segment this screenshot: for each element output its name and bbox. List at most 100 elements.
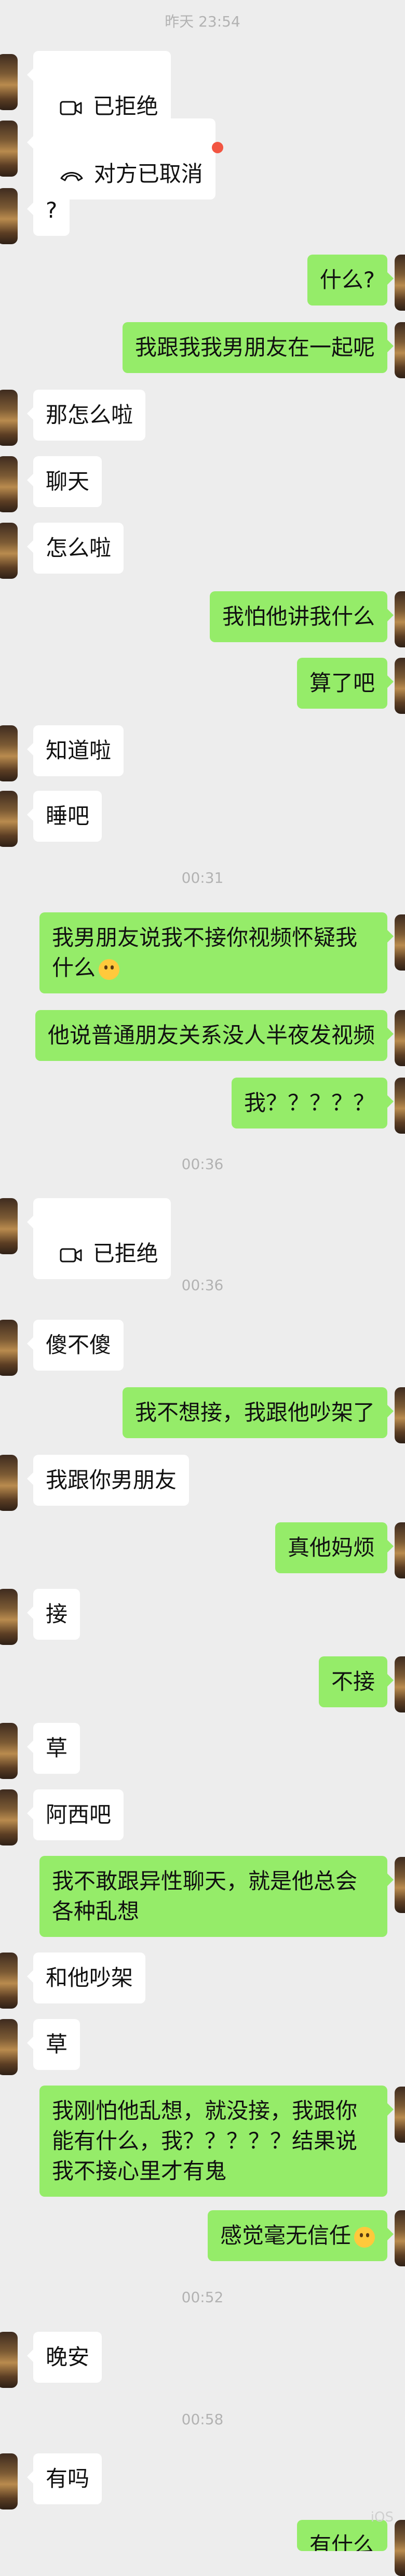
my-avatar[interactable] [395,2087,405,2143]
my-avatar[interactable] [395,1522,405,1578]
my-avatar[interactable] [395,255,405,311]
message-text: 有吗 [46,2466,90,2491]
my-avatar[interactable] [395,1078,405,1134]
my-avatar[interactable] [395,914,405,971]
message-text: 阿西吧 [46,1802,112,1827]
avatar[interactable] [0,390,18,446]
my-avatar[interactable] [395,1010,405,1066]
avatar[interactable] [0,2332,18,2388]
message-text: 我男朋友说我不接你视频怀疑我什么 [52,925,358,980]
message-text: 他说普通朋友关系没人半夜发视频 [47,1023,375,1048]
message-text: ? [46,197,58,223]
message-text: 我？？？？？ [244,1090,375,1116]
avatar[interactable] [0,54,18,110]
message-text: 我跟我我男朋友在一起呢 [134,335,375,360]
avatar[interactable] [0,1953,18,2009]
avatar[interactable] [0,1455,18,1511]
timestamp: 00:52 [181,2289,224,2306]
message-text: 草 [46,2031,68,2057]
avatar[interactable] [0,1589,18,1645]
message-bubble[interactable]: 和他吵架 [26,1953,146,2003]
avatar[interactable] [0,1320,18,1376]
call-record-bubble[interactable]: 已拒绝 [27,1198,171,1279]
message-bubble[interactable]: 我跟我我男朋友在一起呢 [122,322,394,373]
message-text: 我不敢跟异性聊天，就是他总会各种乱想 [52,1868,358,1924]
message-bubble[interactable]: 我？？？？？ [231,1078,394,1128]
avatar[interactable] [0,791,18,847]
message-bubble[interactable]: 草 [26,1723,80,1774]
message-text: 真他妈烦 [287,1535,375,1560]
call-status-text: 已拒绝 [92,1241,158,1266]
message-bubble[interactable]: 睡吧 [26,791,102,842]
message-text: 我跟你男朋友 [46,1467,177,1493]
unread-red-dot [212,142,223,153]
message-bubble[interactable]: 我不敢跟异性聊天，就是他总会各种乱想 [39,1856,394,1937]
thinking-emoji [354,2226,375,2248]
avatar[interactable] [0,523,18,579]
timestamp: 00:36 [181,1156,224,1173]
message-bubble[interactable]: 怎么啦 [26,523,124,574]
avatar[interactable] [0,1789,18,1845]
message-text: 不接 [331,1669,375,1694]
timestamp: 00:58 [181,2411,224,2428]
phone-hangup-icon [60,171,83,181]
my-avatar[interactable] [395,591,405,647]
message-bubble[interactable]: 阿西吧 [26,1789,124,1840]
message-bubble[interactable]: 草 [26,2019,80,2070]
message-bubble[interactable]: 我怕他讲我什么 [209,591,394,642]
message-bubble[interactable]: 什么? [307,255,394,306]
blush-emoji [99,959,120,980]
message-text: 那怎么啦 [46,402,133,428]
message-text: 睡吧 [46,803,90,829]
message-bubble[interactable]: 晚安 [26,2332,102,2383]
message-bubble[interactable]: 我跟你男朋友 [26,1455,190,1506]
message-bubble[interactable]: 我不想接，我跟他吵架了 [122,1387,394,1438]
message-text: 草 [46,1735,68,1761]
call-status-text: 已拒绝 [92,94,158,119]
message-bubble[interactable]: 不接 [318,1656,394,1707]
message-bubble[interactable]: 那怎么啦 [26,390,146,441]
message-bubble[interactable]: 他说普通朋友关系没人半夜发视频 [35,1010,394,1061]
message-text: 我怕他讲我什么 [222,604,375,629]
my-avatar[interactable] [395,2210,405,2266]
my-avatar[interactable] [395,2520,405,2576]
avatar[interactable] [0,1723,18,1779]
message-bubble[interactable]: 我男朋友说我不接你视频怀疑我什么 [39,912,394,993]
avatar[interactable] [0,2019,18,2075]
message-text: 怎么啦 [46,535,112,561]
my-avatar[interactable] [395,1656,405,1712]
video-camera-icon [60,1248,82,1262]
my-avatar[interactable] [395,658,405,714]
avatar[interactable] [0,456,18,512]
message-bubble[interactable]: 有吗 [26,2453,102,2504]
message-bubble[interactable]: 我刚怕他乱想，就没接，我跟你能有什么，我？？？？？结果说我不接心里才有鬼 [39,2086,394,2197]
message-text: 感觉毫无信任 [220,2223,351,2248]
message-bubble[interactable]: 傻不傻 [26,1320,124,1371]
message-text: 聊天 [46,469,90,494]
timestamp: 00:31 [181,869,224,886]
avatar[interactable] [0,188,18,244]
message-bubble[interactable]: 知道啦 [26,725,124,776]
avatar[interactable] [0,2453,18,2509]
message-text: 接 [46,1601,68,1627]
video-camera-icon [60,101,82,115]
message-text: 什么? [319,267,375,293]
message-text: 有什么 [309,2532,375,2551]
my-avatar[interactable] [395,1857,405,1913]
my-avatar[interactable] [395,1387,405,1443]
my-avatar[interactable] [395,322,405,378]
message-text: 知道啦 [46,738,112,763]
message-bubble[interactable]: 真他妈烦 [275,1522,394,1573]
timestamp: 昨天 23:54 [165,13,240,30]
avatar[interactable] [0,121,18,177]
avatar[interactable] [0,1198,18,1254]
message-bubble[interactable]: 算了吧 [296,658,394,709]
message-bubble[interactable]: 接 [26,1589,80,1640]
message-bubble[interactable]: 感觉毫无信任 [207,2210,394,2261]
message-bubble[interactable]: 聊天 [26,456,102,507]
message-bubble[interactable]: ? [26,185,70,236]
message-text: 傻不傻 [46,1332,112,1358]
avatar[interactable] [0,725,18,781]
message-text: 我刚怕他乱想，就没接，我跟你能有什么，我？？？？？结果说我不接心里才有鬼 [52,2098,358,2184]
watermark: iOS [370,2509,394,2525]
